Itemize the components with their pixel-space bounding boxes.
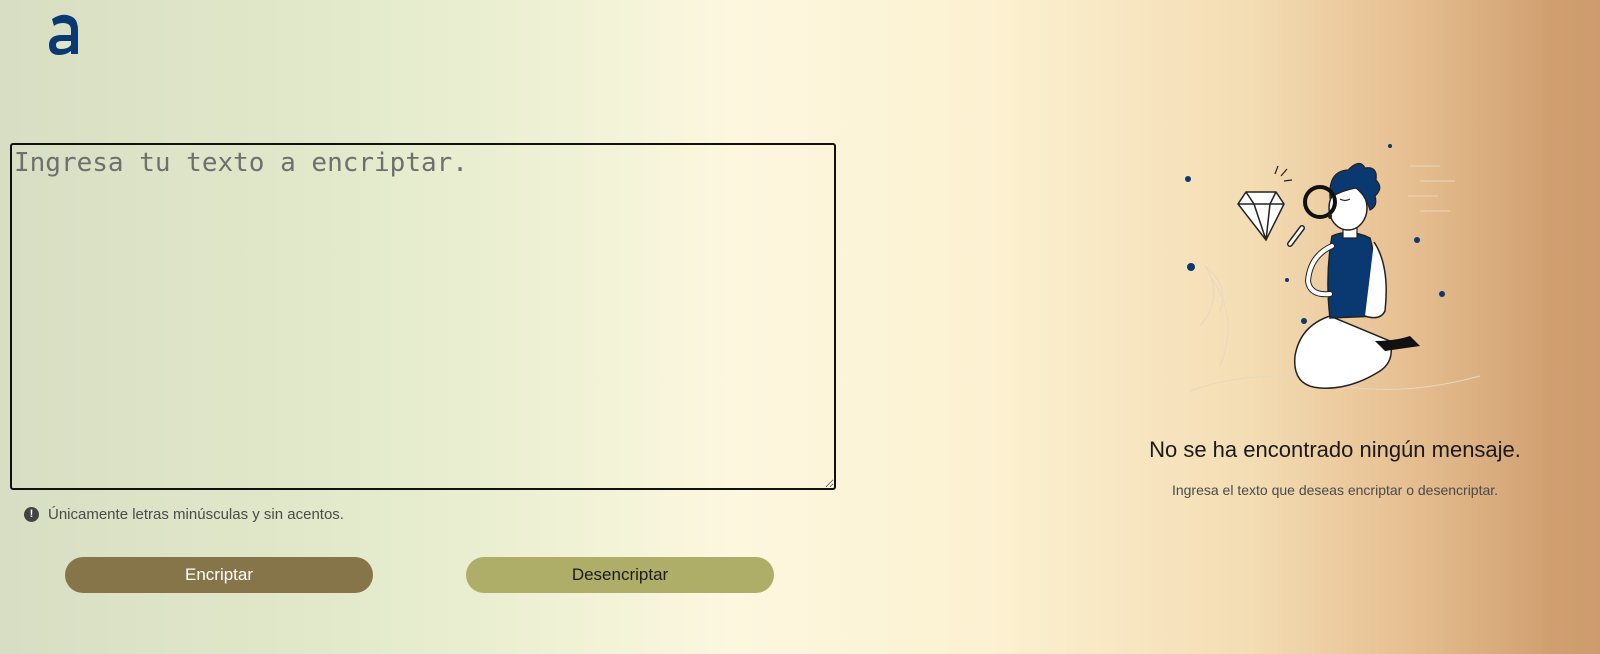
no-message-subtitle: Ingresa el texto que deseas encriptar o … <box>1171 482 1499 498</box>
decrypt-button[interactable]: Desencriptar <box>466 557 774 593</box>
exclamation-circle-icon: ! <box>24 507 39 522</box>
text-input[interactable] <box>10 143 836 490</box>
encrypt-button[interactable]: Encriptar <box>65 557 373 593</box>
hint-text: Únicamente letras minúsculas y sin acent… <box>48 506 344 523</box>
input-hint: ! Únicamente letras minúsculas y sin ace… <box>24 506 344 523</box>
no-message-title: No se ha encontrado ningún mensaje. <box>1149 437 1521 462</box>
alura-logo-icon <box>49 14 78 55</box>
text-input-container <box>10 143 836 490</box>
person-with-magnifying-glass-illustration <box>1185 144 1481 392</box>
